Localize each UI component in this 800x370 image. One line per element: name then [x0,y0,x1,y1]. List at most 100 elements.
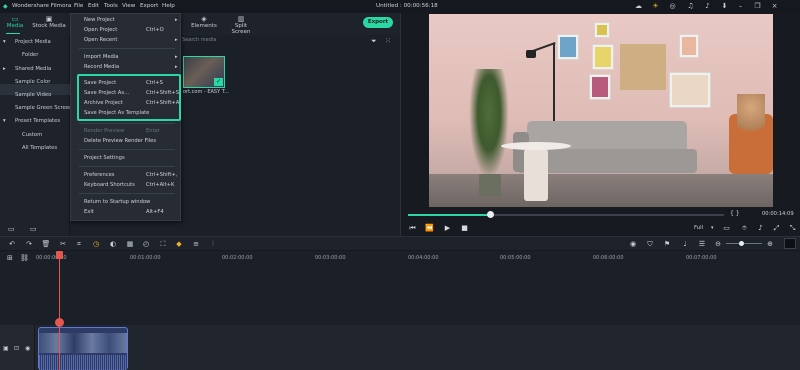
menu-item-record-media[interactable]: Record Media [84,64,119,70]
teddy-bear [737,94,765,139]
undo-icon[interactable]: ↶ [7,239,17,249]
expand-icon[interactable]: ⤡ [788,224,797,233]
headset-icon[interactable]: ♫ [686,2,695,11]
menu-item-open-project[interactable]: Open Project [84,27,117,33]
menu-edit[interactable]: Edit [88,3,99,9]
link-icon[interactable]: ⛓ [20,254,29,262]
minimize-icon[interactable]: – [736,2,745,11]
redo-icon[interactable]: ↷ [24,239,34,249]
menu-tools[interactable]: Tools [104,3,118,9]
fit-icon[interactable]: ⛶ [158,239,168,249]
volume-icon[interactable]: ♪ [756,224,765,233]
keyframe-icon[interactable]: ◆ [174,239,184,249]
monitor-icon[interactable]: ▭ [722,224,731,233]
filter-icon[interactable]: ⏷ [371,37,377,46]
restore-icon[interactable]: ❐ [753,2,762,11]
menu-help[interactable]: Help [162,3,175,9]
playhead-split-knob[interactable] [55,318,64,327]
tab-split-screen[interactable]: ▥ Split Screen [226,15,256,35]
export-button[interactable]: Export [363,17,393,28]
chevron-down-icon[interactable]: ▾ [711,225,714,231]
play-icon[interactable]: ▶ [443,224,452,233]
render-icon[interactable]: ◉ [628,239,638,249]
quality-select[interactable]: Full [694,225,703,231]
chevron-down-icon[interactable]: ▾ [3,118,6,124]
eye-icon[interactable]: ◉ [25,345,30,352]
lp-project-media[interactable]: Project Media [15,39,51,45]
previous-frame-icon[interactable]: ⏮ [408,224,417,233]
lock-icon[interactable]: ⊡ [14,345,19,352]
shield-icon[interactable]: ⛉ [645,239,655,249]
menu-item-new-project[interactable]: New Project [84,17,115,23]
zoom-out-icon[interactable]: ⊖ [713,239,723,249]
in-out-brackets[interactable]: { } [730,210,740,217]
playback-scrubber[interactable] [487,211,494,218]
tab-stock-media[interactable]: ▣ Stock Media [32,15,66,29]
search-input[interactable]: Search media [182,37,362,46]
add-track-icon[interactable]: ⊞ [7,254,13,262]
lp-preset-templates[interactable]: Preset Templates [15,118,60,124]
menu-separator [79,123,175,124]
lp-all-templates[interactable]: All Templates [22,145,57,151]
speed-icon[interactable]: ◷ [91,239,101,249]
microphone-icon[interactable]: ♩ [680,239,690,249]
chevron-down-icon[interactable]: ▾ [3,39,6,45]
bulb-icon[interactable]: ☀ [651,2,660,11]
fullscreen-icon[interactable]: ⤢ [772,224,781,233]
menu-item-open-recent[interactable]: Open Recent [84,37,117,43]
cloud-icon[interactable]: ☁ [634,2,643,11]
audio-adjust-icon[interactable]: ≡ [191,239,201,249]
timer-icon[interactable]: ◴ [141,239,151,249]
playhead-line[interactable] [59,254,60,370]
new-folder-icon[interactable]: ▭ [8,225,15,233]
green-screen-icon[interactable]: ▦ [125,239,135,249]
menu-item-preferences[interactable]: Preferences [84,172,115,178]
timeline-ruler[interactable] [0,251,800,267]
delete-icon[interactable]: 🗑 [41,239,51,249]
snapshot-icon[interactable]: ⌾ [740,224,749,233]
menu-separator [79,48,175,49]
zoom-in-icon[interactable]: ⊕ [765,239,775,249]
voiceover-icon[interactable]: ☰ [697,239,707,249]
tab-elements[interactable]: ◈ Elements [189,15,219,29]
playhead-handle[interactable] [56,251,63,259]
chevron-right-icon[interactable]: ▸ [3,66,6,72]
download-icon[interactable]: ⬇ [720,2,729,11]
menu-item-import-media[interactable]: Import Media [84,54,118,60]
menu-view[interactable]: View [122,3,135,9]
bell-icon[interactable]: ♪ [703,2,712,11]
grid-view-icon[interactable]: ⁙ [385,37,391,45]
zoom-slider-knob[interactable] [739,241,744,246]
menu-item-project-settings[interactable]: Project Settings [84,155,125,161]
play-reverse-icon[interactable]: ⏪ [425,224,434,233]
menu-item-return-to-startup[interactable]: Return to Startup window [84,199,150,205]
color-icon[interactable]: ◐ [108,239,118,249]
lp-sample-video[interactable]: Sample Video [15,92,51,98]
menu-export[interactable]: Export [140,3,158,9]
cut-icon[interactable]: ✂ [58,239,68,249]
tab-media[interactable]: ▭ Media [0,15,30,29]
video-track-header: ▣ ⊡ ◉ [0,325,35,370]
user-icon[interactable]: ◎ [668,2,677,11]
split-audio-icon[interactable]: ⫶ [208,239,218,249]
menu-file[interactable]: File [74,3,83,9]
crop-icon[interactable]: ⌗ [74,239,84,249]
marker-icon[interactable]: ⚑ [662,239,672,249]
side-table-top [501,142,571,150]
lp-sample-color[interactable]: Sample Color [15,79,50,85]
app-title: Wondershare Filmora [12,3,72,9]
lp-shared-media[interactable]: Shared Media [15,66,51,72]
folder-icon[interactable]: ▭ [30,225,37,233]
menu-item-delete-render-files[interactable]: Delete Preview Render Files [84,138,156,144]
ruler-label: 00:07:00:00 [686,255,717,261]
lp-folder[interactable]: Folder [22,52,38,58]
menu-item-exit[interactable]: Exit [84,209,94,215]
lp-sample-green-screen[interactable]: Sample Green Screen [15,105,72,111]
ruler-label: 00:02:00:00 [222,255,253,261]
close-icon[interactable]: × [770,2,779,11]
menu-item-keyboard-shortcuts[interactable]: Keyboard Shortcuts [84,182,135,188]
stop-icon[interactable]: ■ [460,224,469,233]
panel-toggle-icon[interactable] [784,238,796,249]
lp-custom[interactable]: Custom [22,132,42,138]
zoom-slider-track[interactable] [726,243,762,244]
